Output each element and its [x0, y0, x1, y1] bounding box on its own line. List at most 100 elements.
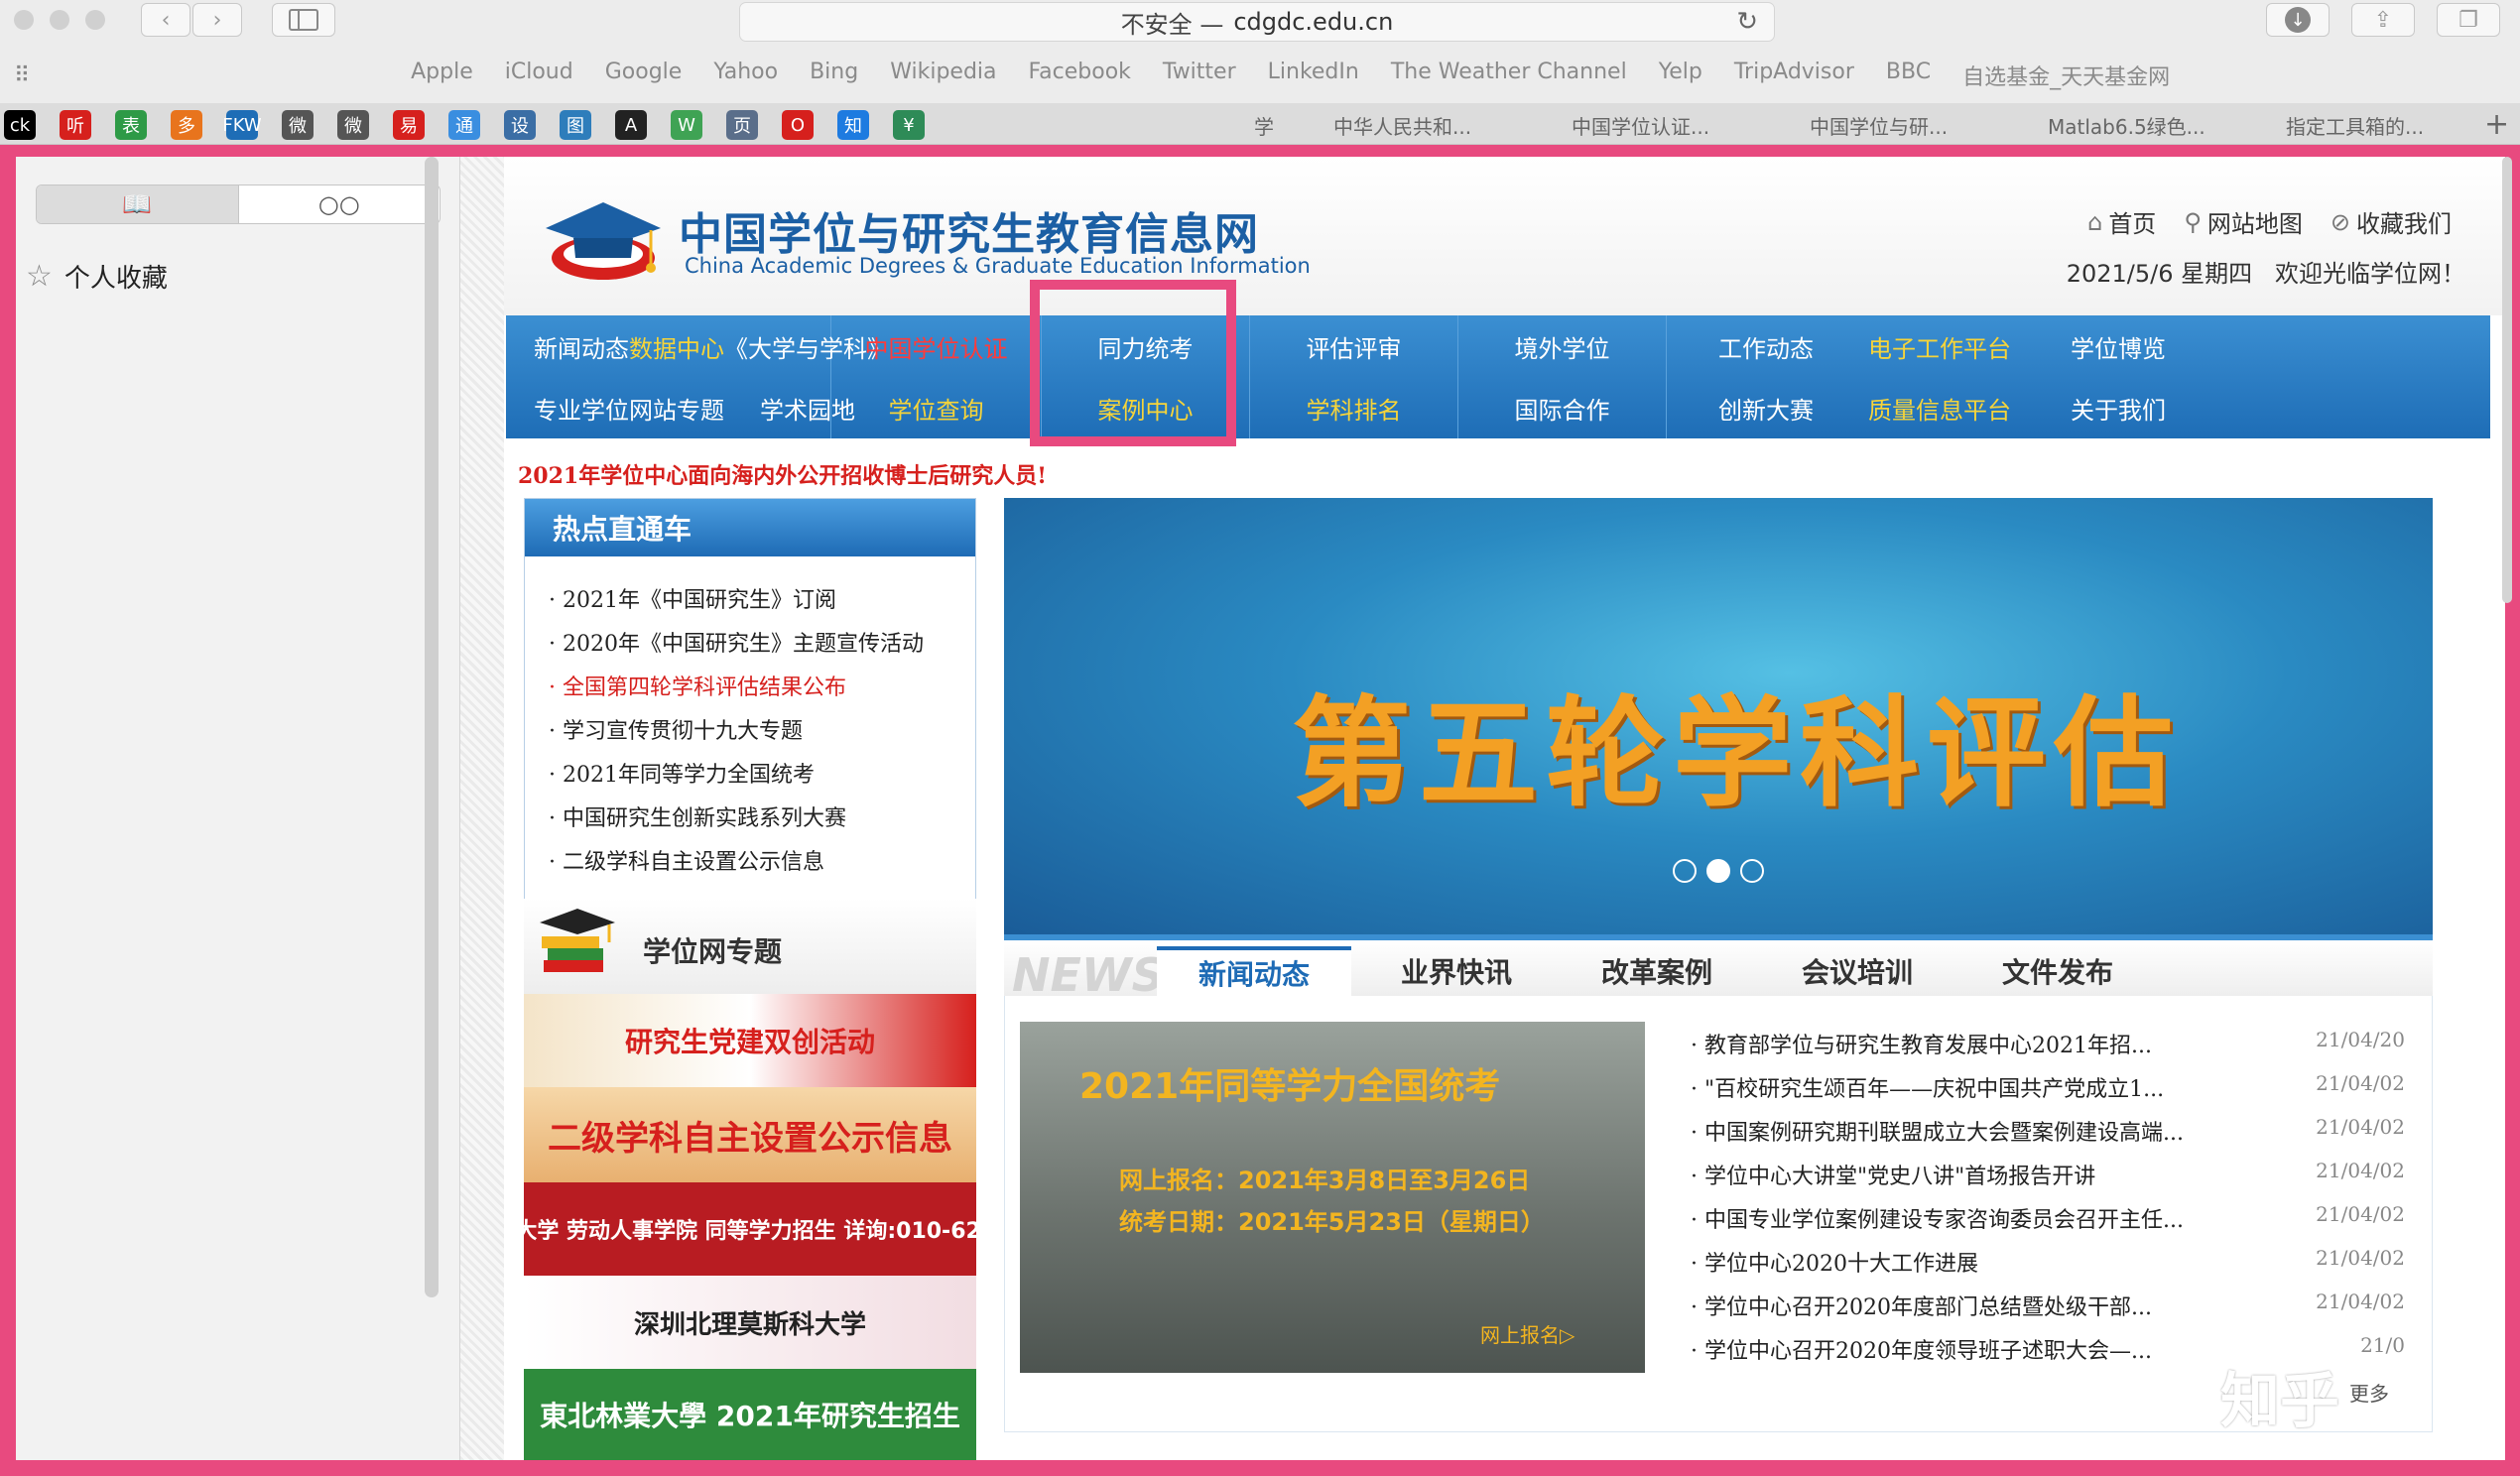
tab-meetings[interactable]: 会议培训 [1760, 946, 1954, 996]
nav-quality-platform[interactable]: 质量信息平台 [1855, 391, 2024, 426]
northeast-forestry-banner[interactable]: 東北林業大學 2021年研究生招生 [524, 1369, 976, 1460]
hot-topic-item[interactable]: · 全国第四轮学科评估结果公布 [549, 670, 846, 701]
notice-marquee[interactable]: 2021年学位中心面向海内外公开招收博士后研究人员! [518, 458, 1047, 490]
tab-news[interactable]: 新闻动态 [1157, 946, 1351, 996]
shenzhen-msu-banner[interactable]: 深圳北理莫斯科大学 [524, 1276, 976, 1369]
favorite-link[interactable]: Facebook [1029, 60, 1131, 91]
minimize-window-button[interactable] [50, 10, 69, 30]
back-button[interactable]: ‹ [141, 3, 190, 37]
new-tab-button[interactable]: + [2484, 107, 2509, 142]
close-window-button[interactable] [14, 10, 34, 30]
favorite-link[interactable]: The Weather Channel [1391, 60, 1627, 91]
share-button[interactable]: ⇪ [2351, 3, 2415, 37]
nav-degree-certification[interactable]: 中国学位认证 [841, 329, 1031, 364]
pinned-tab-icon[interactable]: 页 [726, 110, 758, 140]
pinned-tab-icon[interactable]: FKW [222, 110, 262, 140]
slide-dot-3[interactable] [1740, 859, 1764, 883]
favorite-link[interactable]: LinkedIn [1268, 60, 1359, 91]
home-link[interactable]: ⌂ 首页 [2087, 204, 2156, 239]
news-list-item[interactable]: · 中国专业学位案例建设专家咨询委员会召开主任... 21/04/02 [1691, 1202, 2405, 1234]
news-list-item[interactable]: · 教育部学位与研究生教育发展中心2021年招... 21/04/20 [1691, 1028, 2405, 1059]
pinned-tab-icon[interactable]: W [671, 110, 702, 140]
pinned-tab-icon[interactable]: ck [4, 110, 36, 140]
personal-favorites[interactable]: ☆ 个人收藏 [26, 258, 168, 295]
news-list-item[interactable]: · 学位中心大讲堂"党史八讲"首场报告开讲 21/04/02 [1691, 1159, 2405, 1190]
pinned-tab-icon[interactable]: 微 [282, 110, 314, 140]
favorite-link[interactable]: Wikipedia [890, 60, 996, 91]
pinned-tab-icon[interactable]: 听 [60, 110, 91, 140]
nav-topics[interactable]: 网站专题 [629, 391, 724, 426]
browser-tab[interactable]: 中国学位与研... [1810, 111, 1948, 140]
favorite-link[interactable]: Bing [810, 60, 858, 91]
hot-topic-item[interactable]: · 二级学科自主设置公示信息 [549, 844, 824, 876]
pinned-tab-icon[interactable]: 微 [337, 110, 369, 140]
hot-topic-item[interactable]: · 2021年同等学力全国统考 [549, 757, 815, 789]
browser-tab[interactable]: 学 [1254, 111, 1274, 140]
pinned-tab-icon[interactable]: 设 [504, 110, 536, 140]
hero-slideshow[interactable]: 第五轮学科评估 [1004, 498, 2433, 934]
news-list-item[interactable]: · 学位中心召开2020年度部门总结暨处级干部... 21/04/02 [1691, 1290, 2405, 1321]
address-bar[interactable]: 不安全 — cdgdc.edu.cn ↻ [739, 2, 1775, 42]
nav-degree-query[interactable]: 学位查询 [841, 391, 1031, 426]
pinned-tab-icon[interactable]: 易 [393, 110, 425, 140]
favorite-link[interactable]: Google [605, 60, 683, 91]
slide-dot-1[interactable] [1673, 859, 1697, 883]
nav-evaluation[interactable]: 评估评审 [1260, 329, 1448, 364]
hot-topic-item[interactable]: · 2020年《中国研究生》主题宣传活动 [549, 626, 924, 658]
tab-documents[interactable]: 文件发布 [1960, 946, 2155, 996]
pinned-tab-icon[interactable]: ¥ [893, 110, 925, 140]
browser-tab[interactable]: 中国学位认证... [1572, 111, 1709, 140]
more-link[interactable]: 更多 [2349, 1378, 2389, 1407]
nav-data-center[interactable]: 数据中心 [629, 329, 724, 364]
site-logo[interactable] [544, 196, 663, 296]
favorite-link[interactable]: Twitter [1163, 60, 1236, 91]
pinned-tab-icon[interactable]: 表 [115, 110, 147, 140]
pinned-tab-icon[interactable]: 图 [560, 110, 591, 140]
news-list-item[interactable]: · 中国案例研究期刊联盟成立大会暨案例建设高端... 21/04/02 [1691, 1115, 2405, 1147]
nav-news[interactable]: 新闻动态 [534, 329, 629, 364]
hot-topic-item[interactable]: · 2021年《中国研究生》订阅 [549, 582, 836, 614]
tab-overview-button[interactable]: ❐ [2437, 3, 2500, 37]
pinned-tab-icon[interactable]: O [782, 110, 814, 140]
nav-international[interactable]: 国际合作 [1468, 391, 1656, 426]
favorite-link[interactable]: BBC [1886, 60, 1931, 91]
sidebar-scrollbar[interactable] [425, 157, 439, 1297]
pinned-tab-icon[interactable]: 多 [171, 110, 202, 140]
browser-tab[interactable]: 中华人民共和... [1333, 111, 1471, 140]
favorite-link[interactable]: 自选基金_天天基金网 [1962, 60, 2170, 91]
forward-button[interactable]: › [192, 3, 242, 37]
nav-innovation-contest[interactable]: 创新大赛 [1677, 391, 1855, 426]
sitemap-link[interactable]: ⚲ 网站地图 [2184, 204, 2303, 239]
tab-reform-cases[interactable]: 改革案例 [1560, 946, 1754, 996]
browser-tab[interactable]: 指定工具箱的... [2286, 111, 2424, 140]
pinned-tab-icon[interactable]: 通 [448, 110, 480, 140]
nav-about[interactable]: 关于我们 [2024, 391, 2212, 426]
downloads-button[interactable]: ↓ [2266, 3, 2330, 37]
subject-setting-banner[interactable]: 二级学科自主设置公示信息 [524, 1087, 976, 1182]
party-building-banner[interactable]: 研究生党建双创活动 [524, 994, 976, 1087]
favorite-link[interactable]: TripAdvisor [1734, 60, 1854, 91]
hot-topic-item[interactable]: · 学习宣传贯彻十九大专题 [549, 713, 803, 745]
nav-e-platform[interactable]: 电子工作平台 [1855, 329, 2024, 364]
pinned-tab-icon[interactable]: 知 [837, 110, 869, 140]
favorite-link[interactable]: Apple [411, 60, 473, 91]
browser-tab[interactable]: Matlab6.5绿色... [2048, 111, 2205, 140]
bookmarks-tab[interactable]: 📖 [37, 185, 239, 223]
tab-industry[interactable]: 业界快讯 [1359, 946, 1554, 996]
grid-icon[interactable]: ⠿ [14, 63, 30, 88]
news-list-item[interactable]: · 学位中心2020十大工作进展 21/04/02 [1691, 1246, 2405, 1278]
sidebar-toggle-button[interactable] [272, 3, 335, 37]
nav-subject-ranking[interactable]: 学科排名 [1260, 391, 1448, 426]
favorite-link[interactable]: Yelp [1659, 60, 1702, 91]
zoom-window-button[interactable] [85, 10, 105, 30]
favorite-link[interactable]: iCloud [505, 60, 573, 91]
reload-icon[interactable]: ↻ [1736, 7, 1758, 37]
feature-signup-link[interactable]: 网上报名▷ [1480, 1319, 1575, 1348]
news-feature-image[interactable]: 2021年同等学力全国统考 网上报名：2021年3月8日至3月26日 统考日期：… [1020, 1022, 1645, 1373]
bookmark-link[interactable]: ⊘ 收藏我们 [2331, 204, 2452, 239]
favorite-link[interactable]: Yahoo [713, 60, 778, 91]
nav-foreign-degree[interactable]: 境外学位 [1468, 329, 1656, 364]
slide-dot-2[interactable] [1706, 859, 1730, 883]
reading-list-tab[interactable]: ○○ [239, 185, 441, 223]
nav-work-updates[interactable]: 工作动态 [1677, 329, 1855, 364]
